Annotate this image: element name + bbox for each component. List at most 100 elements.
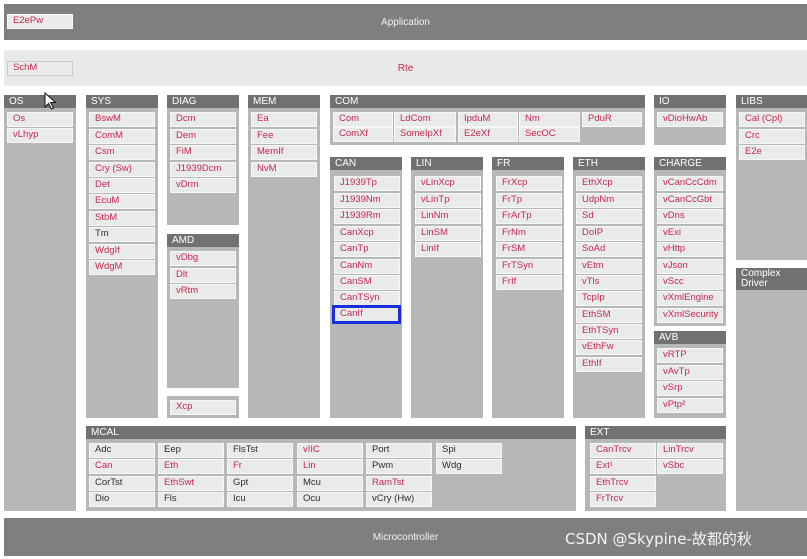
module-gpt[interactable]: Gpt: [227, 476, 293, 491]
module-ipdum[interactable]: IpduM: [458, 112, 518, 127]
module-csm[interactable]: Csm: [89, 145, 155, 160]
module-e2epw[interactable]: E2ePw: [7, 14, 73, 29]
module-ethif[interactable]: EthIf: [576, 357, 642, 372]
module-linif[interactable]: LinIf: [415, 242, 481, 257]
module-vdbg[interactable]: vDbg: [170, 251, 236, 266]
module-vdrm[interactable]: vDrm: [170, 178, 236, 193]
module-stbm[interactable]: StbM: [89, 211, 155, 226]
module-frsm[interactable]: FrSM: [496, 242, 562, 257]
module-ecum[interactable]: EcuM: [89, 194, 155, 209]
module-vdns[interactable]: vDns: [657, 209, 723, 224]
module-vetm[interactable]: vEtm: [576, 259, 642, 274]
module-wdgm[interactable]: WdgM: [89, 260, 155, 275]
module-cantsyn[interactable]: CanTSyn: [334, 291, 400, 306]
module-eth[interactable]: Eth: [158, 459, 224, 474]
module-can[interactable]: Can: [89, 459, 155, 474]
module-vsrp[interactable]: vSrp: [657, 381, 723, 396]
module-ldcom[interactable]: LdCom: [394, 112, 456, 127]
module-nvm[interactable]: NvM: [251, 162, 317, 177]
module-j1939rm[interactable]: J1939Rm: [334, 209, 400, 224]
module-vrtm[interactable]: vRtm: [170, 284, 236, 299]
module-vlhyp[interactable]: vLhyp: [7, 128, 73, 143]
module-mcu[interactable]: Mcu: [297, 476, 363, 491]
module-fim[interactable]: FiM: [170, 145, 236, 160]
module-adc[interactable]: Adc: [89, 443, 155, 458]
module-j1939nm[interactable]: J1939Nm: [334, 193, 400, 208]
module-linsm[interactable]: LinSM: [415, 226, 481, 241]
module-vcanccgbt[interactable]: vCanCcGbt: [657, 193, 723, 208]
module-vcry-hw[interactable]: vCry (Hw): [366, 492, 432, 507]
module-dem[interactable]: Dem: [170, 129, 236, 144]
module-fls[interactable]: Fls: [158, 492, 224, 507]
module-cantrcv[interactable]: CanTrcv: [590, 443, 656, 458]
module-j1939tp[interactable]: J1939Tp: [334, 176, 400, 191]
module-os[interactable]: Os: [7, 112, 73, 127]
module-vscc[interactable]: vScc: [657, 275, 723, 290]
module-memif[interactable]: MemIf: [251, 145, 317, 160]
module-vrtp[interactable]: vRTP: [657, 348, 723, 363]
module-udpnm[interactable]: UdpNm: [576, 193, 642, 208]
module-ethtsyn[interactable]: EthTSyn: [576, 324, 642, 339]
module-cry-sw[interactable]: Cry (Sw): [89, 162, 155, 177]
module-dlt[interactable]: Dlt: [170, 268, 236, 283]
module-vsbc[interactable]: vSbc: [657, 459, 723, 474]
module-vlinxcp[interactable]: vLinXcp: [415, 176, 481, 191]
module-cansm[interactable]: CanSM: [334, 275, 400, 290]
module-spi[interactable]: Spi: [436, 443, 502, 458]
module-com[interactable]: Com: [333, 112, 393, 127]
module-tcpip[interactable]: TcpIp: [576, 291, 642, 306]
module-vptp[interactable]: vPtp²: [657, 398, 723, 413]
module-someipxf[interactable]: SomeIpXf: [394, 127, 456, 142]
module-vcancccdm[interactable]: vCanCcCdm: [657, 176, 723, 191]
module-vxmlengine[interactable]: vXmlEngine: [657, 291, 723, 306]
module-sd[interactable]: Sd: [576, 209, 642, 224]
module-frif[interactable]: FrIf: [496, 275, 562, 290]
module-frnm[interactable]: FrNm: [496, 226, 562, 241]
module-nm[interactable]: Nm: [519, 112, 580, 127]
module-lin[interactable]: Lin: [297, 459, 363, 474]
module-crc[interactable]: Crc: [739, 129, 805, 144]
module-cortst[interactable]: CorTst: [89, 476, 155, 491]
module-wdgif[interactable]: WdgIf: [89, 244, 155, 259]
module-lintrcv[interactable]: LinTrcv: [657, 443, 723, 458]
module-flstst[interactable]: FlsTst: [227, 443, 293, 458]
module-soad[interactable]: SoAd: [576, 242, 642, 257]
module-schm[interactable]: SchM: [7, 61, 73, 76]
module-dcm[interactable]: Dcm: [170, 112, 236, 127]
module-comxf[interactable]: ComXf: [333, 127, 393, 142]
module-vdiohwab[interactable]: vDioHwAb: [657, 112, 723, 127]
module-fr[interactable]: Fr: [227, 459, 293, 474]
module-ea[interactable]: Ea: [251, 112, 317, 127]
module-icu[interactable]: Icu: [227, 492, 293, 507]
module-eep[interactable]: Eep: [158, 443, 224, 458]
module-cannm[interactable]: CanNm: [334, 259, 400, 274]
module-vexi[interactable]: vExi: [657, 226, 723, 241]
module-vtls[interactable]: vTls: [576, 275, 642, 290]
module-vhttp[interactable]: vHttp: [657, 242, 723, 257]
module-canxcp[interactable]: CanXcp: [334, 226, 400, 241]
module-vjson[interactable]: vJson: [657, 259, 723, 274]
module-cal-cpl[interactable]: Cal (Cpl): [739, 112, 805, 127]
module-ethtrcv[interactable]: EthTrcv: [590, 476, 656, 491]
module-e2exf[interactable]: E2eXf: [458, 127, 518, 142]
module-tm[interactable]: Tm: [89, 227, 155, 242]
module-ethsm[interactable]: EthSM: [576, 308, 642, 323]
module-ethxcp[interactable]: EthXcp: [576, 176, 642, 191]
module-det[interactable]: Det: [89, 178, 155, 193]
module-xcp[interactable]: Xcp: [170, 400, 236, 415]
module-frartp[interactable]: FrArTp: [496, 209, 562, 224]
module-vethfw[interactable]: vEthFw: [576, 340, 642, 355]
module-ramtst[interactable]: RamTst: [366, 476, 432, 491]
module-frxcp[interactable]: FrXcp: [496, 176, 562, 191]
module-cantp[interactable]: CanTp: [334, 242, 400, 257]
module-wdg[interactable]: Wdg: [436, 459, 502, 474]
module-linnm[interactable]: LinNm: [415, 209, 481, 224]
module-ethswt[interactable]: EthSwt: [158, 476, 224, 491]
module-port[interactable]: Port: [366, 443, 432, 458]
module-j1939dcm[interactable]: J1939Dcm: [170, 162, 236, 177]
module-pwm[interactable]: Pwm: [366, 459, 432, 474]
module-ext[interactable]: Ext¹: [590, 459, 656, 474]
module-ocu[interactable]: Ocu: [297, 492, 363, 507]
module-secoc[interactable]: SecOC: [519, 127, 580, 142]
module-viic[interactable]: vIIC: [297, 443, 363, 458]
